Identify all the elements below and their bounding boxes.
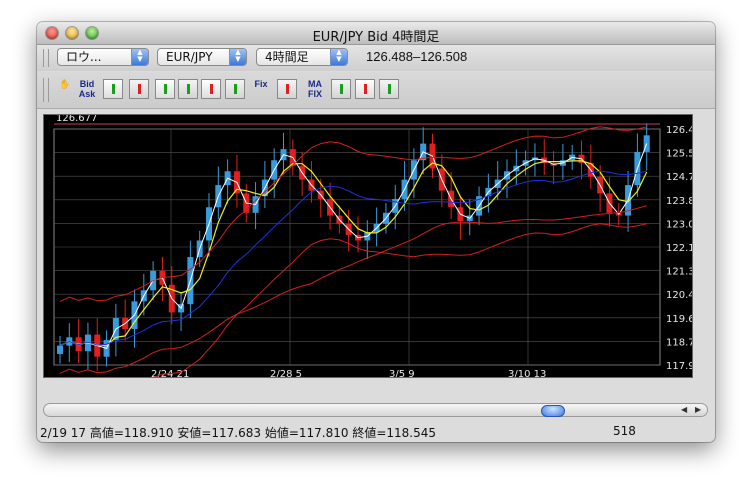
status-bar: 2/19 17 高値=118.910 安値=117.683 始値=117.810… (37, 422, 715, 442)
scroll-left-icon[interactable]: ◀ (681, 405, 687, 414)
fix-button[interactable]: Fix (251, 79, 271, 99)
ma-long-line (59, 170, 647, 347)
window-title: EUR/JPY Bid 4時間足 (312, 30, 440, 45)
x-tick-label: 2/28 5 (270, 369, 302, 377)
chart-svg[interactable]: 126.428 125.575 124.723 123.870 123.017 122.1… (44, 113, 707, 399)
y-tick-label: 122.164 (666, 243, 692, 254)
pen-icon[interactable] (355, 79, 375, 99)
timeframe-value: 4時間足 (265, 50, 309, 64)
price-chart[interactable]: 126.428 125.575 124.723 123.870 123.017 122.1… (43, 113, 707, 399)
x-tick-label: 3/5 9 (389, 369, 415, 377)
y-tick-label: 120.458 (666, 290, 692, 301)
y-tick-label: 118.753 (666, 337, 692, 348)
candle-icon-3[interactable] (201, 79, 221, 99)
pair-value: EUR/JPY (166, 50, 213, 64)
select-arrows-icon: ▲ ▼ (330, 49, 347, 65)
tools-toolbar: ✋ Bid Ask Fix MA FIX (37, 72, 715, 109)
tool-glyph-icon (111, 84, 115, 94)
rate-type-value: ロウ... (66, 50, 102, 64)
y-tick-label: 124.723 (666, 172, 692, 183)
y-tick-label: 117.900 (666, 361, 692, 372)
candle-body (57, 345, 63, 354)
tool-glyph-icon (363, 84, 367, 94)
toolbar-grip[interactable] (43, 49, 49, 67)
top-price-label: 126.677 (56, 115, 97, 124)
tool-glyph-icon (387, 84, 391, 94)
y-tick-label: 119.606 (666, 314, 692, 325)
y-tick-label: 123.870 (666, 196, 692, 207)
timeframe-select[interactable]: 4時間足 ▲ ▼ (256, 48, 348, 66)
horizontal-scrollbar[interactable] (43, 403, 708, 417)
toolbar-grip[interactable] (43, 78, 49, 102)
pair-select[interactable]: EUR/JPY ▲ ▼ (157, 48, 247, 66)
arrow-icon[interactable] (277, 79, 297, 99)
y-tick-label: 121.311 (666, 267, 692, 278)
bid-ask-button[interactable]: Bid Ask (77, 79, 97, 99)
bar-count: 518 (613, 424, 636, 438)
select-arrows-icon: ▲ ▼ (131, 49, 148, 65)
camera-icon[interactable] (379, 79, 399, 99)
indicator-icon[interactable] (331, 79, 351, 99)
bar-chart-icon[interactable] (103, 79, 123, 99)
tool-glyph-icon (186, 84, 190, 94)
y-tick-label: 125.575 (666, 149, 692, 160)
tool-glyph-icon (233, 84, 237, 94)
bollinger-lower-line (59, 223, 647, 399)
title-bar[interactable]: EUR/JPY Bid 4時間足 (37, 22, 715, 45)
ma-fix-button[interactable]: MA FIX (305, 79, 325, 99)
scroll-thumb[interactable] (541, 405, 565, 417)
select-arrows-icon: ▲ ▼ (229, 49, 246, 65)
candle-icon-1[interactable] (155, 79, 175, 99)
tool-glyph-icon (137, 84, 141, 94)
tool-glyph-icon (285, 84, 289, 94)
tool-glyph-icon (163, 84, 167, 94)
scroll-arrows[interactable]: ◀ ▶ (677, 405, 709, 417)
x-tick-label: 3/10 13 (508, 369, 546, 377)
ohlc-readout: 2/19 17 高値=118.910 安値=117.683 始値=117.810… (40, 426, 437, 440)
hand-tool-icon[interactable]: ✋ (55, 79, 75, 99)
price-range: 126.488–126.508 (366, 49, 468, 64)
chart-window: EUR/JPY Bid 4時間足 ロウ... ▲ ▼ EUR/JPY ▲ ▼ 4時間… (37, 22, 715, 442)
tool-glyph-icon (209, 84, 213, 94)
bollinger-upper-line (59, 126, 647, 302)
line-chart-icon[interactable] (129, 79, 149, 99)
candle-icon-4[interactable] (225, 79, 245, 99)
y-tick-label: 126.428 (666, 125, 692, 136)
selector-toolbar: ロウ... ▲ ▼ EUR/JPY ▲ ▼ 4時間足 ▲ ▼ 126.488–126.… (37, 45, 715, 71)
candle-icon-2[interactable] (178, 79, 198, 99)
y-tick-label: 123.017 (666, 219, 692, 230)
rate-type-select[interactable]: ロウ... ▲ ▼ (57, 48, 149, 66)
scroll-right-icon[interactable]: ▶ (695, 405, 701, 414)
tool-glyph-icon (339, 84, 343, 94)
